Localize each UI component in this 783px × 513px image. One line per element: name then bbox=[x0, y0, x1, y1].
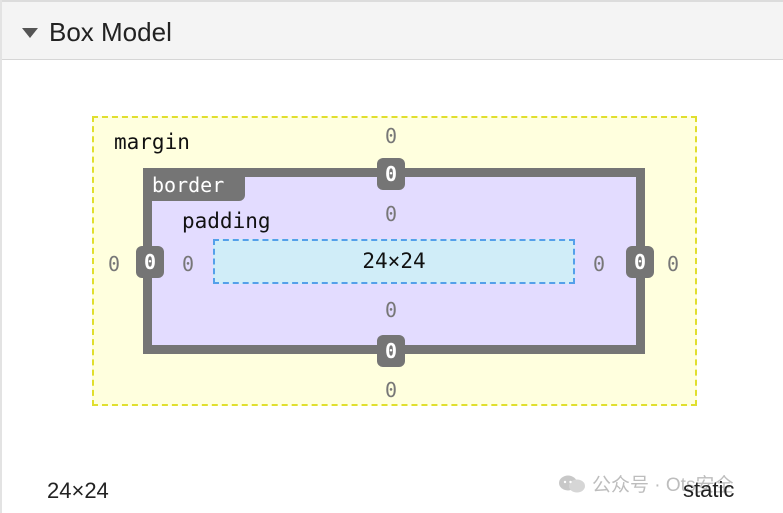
position-value: static bbox=[683, 477, 735, 502]
border-left-value[interactable]: 0 bbox=[136, 246, 164, 278]
margin-right-value[interactable]: 0 bbox=[667, 252, 679, 276]
border-top-value[interactable]: 0 bbox=[377, 158, 405, 190]
padding-bottom-value[interactable]: 0 bbox=[385, 298, 397, 322]
panel-left-edge bbox=[0, 0, 2, 513]
element-size: 24×24 bbox=[47, 478, 109, 503]
margin-label: margin bbox=[114, 130, 190, 154]
margin-bottom-value[interactable]: 0 bbox=[385, 378, 397, 402]
padding-top-value[interactable]: 0 bbox=[385, 202, 397, 226]
border-right-value[interactable]: 0 bbox=[626, 246, 654, 278]
content-size[interactable]: 24×24 bbox=[213, 239, 575, 284]
wechat-icon bbox=[559, 475, 585, 493]
padding-label: padding bbox=[182, 209, 271, 233]
padding-right-value[interactable]: 0 bbox=[593, 252, 605, 276]
padding-left-value[interactable]: 0 bbox=[182, 252, 194, 276]
box-model-section-header[interactable]: Box Model bbox=[2, 0, 783, 60]
border-bottom-value[interactable]: 0 bbox=[377, 335, 405, 367]
margin-left-value[interactable]: 0 bbox=[108, 252, 120, 276]
border-label: border bbox=[145, 170, 245, 201]
section-title: Box Model bbox=[49, 17, 172, 47]
collapse-triangle-icon[interactable] bbox=[22, 28, 38, 38]
margin-top-value[interactable]: 0 bbox=[385, 124, 397, 148]
